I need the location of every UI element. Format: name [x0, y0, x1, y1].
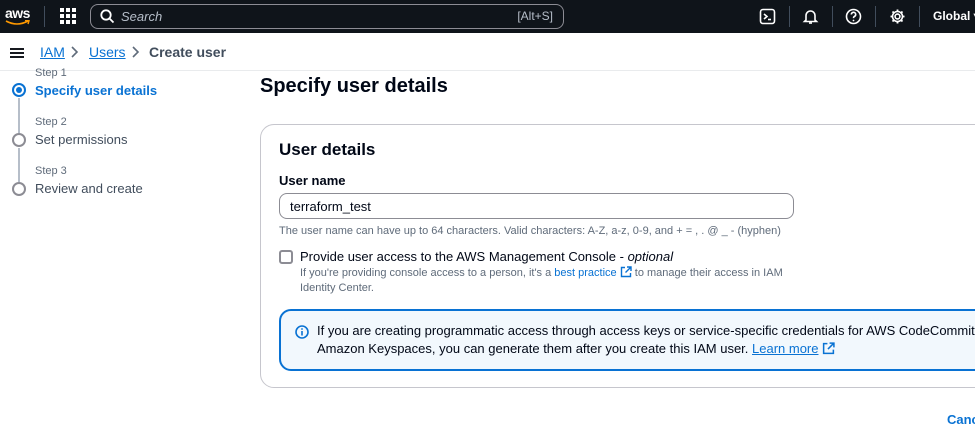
breadcrumb-bar: IAM Users Create user — [0, 33, 975, 71]
step-connector — [18, 98, 20, 133]
nav-divider — [789, 6, 790, 27]
step-3-label: Step 3 — [35, 165, 67, 177]
info-alert-text: If you are creating programmatic access … — [317, 322, 975, 358]
cloudshell-icon[interactable] — [759, 8, 776, 25]
user-details-container: User details User name The user name can… — [260, 124, 975, 388]
step-1-indicator-icon — [12, 83, 26, 97]
aws-logo[interactable]: aws — [4, 5, 34, 27]
page-title: Specify user details — [260, 75, 448, 97]
external-link-icon — [822, 342, 835, 355]
step-2-label: Step 2 — [35, 116, 67, 128]
step-1-title[interactable]: Specify user details — [35, 83, 157, 98]
menu-toggle-button[interactable] — [5, 42, 29, 64]
top-navigation: aws [Alt+S] Global ▾ — [0, 0, 975, 33]
nav-divider — [44, 6, 45, 27]
region-selector[interactable]: Global ▾ — [933, 9, 975, 23]
section-title: User details — [279, 140, 376, 159]
step-2-title: Set permissions — [35, 132, 128, 147]
step-3-title: Review and create — [35, 181, 143, 196]
step-1-label: Step 1 — [35, 67, 67, 79]
aws-logo-text: aws — [5, 5, 30, 21]
user-name-label: User name — [279, 173, 346, 188]
chevron-right-icon — [71, 46, 79, 58]
services-grid-icon[interactable] — [60, 8, 76, 24]
hamburger-icon — [10, 48, 24, 50]
external-link-icon — [620, 266, 632, 278]
info-alert: If you are creating programmatic access … — [279, 309, 975, 371]
info-icon — [295, 325, 309, 339]
breadcrumb-users[interactable]: Users — [89, 44, 126, 60]
search-input[interactable] — [121, 6, 501, 27]
chevron-right-icon — [132, 46, 140, 58]
console-access-label-text: Provide user access to the AWS Managemen… — [300, 249, 628, 264]
console-access-label[interactable]: Provide user access to the AWS Managemen… — [300, 249, 673, 264]
step-3-indicator-icon — [12, 182, 26, 196]
step-connector — [18, 148, 20, 182]
notifications-bell-icon[interactable] — [802, 8, 819, 25]
settings-gear-icon[interactable] — [889, 8, 906, 25]
user-name-input[interactable] — [279, 193, 794, 219]
search-shortcut: [Alt+S] — [517, 9, 553, 23]
nav-divider — [832, 6, 833, 27]
search-bar[interactable]: [Alt+S] — [90, 4, 564, 29]
console-access-description: If you're providing console access to a … — [300, 266, 800, 296]
region-label: Global — [933, 9, 971, 23]
info-alert-message: If you are creating programmatic access … — [317, 323, 975, 356]
nav-divider — [919, 6, 920, 27]
best-practice-link[interactable]: best practice — [554, 267, 616, 279]
nav-divider — [875, 6, 876, 27]
step-2-indicator-icon — [12, 133, 26, 147]
breadcrumb-current: Create user — [149, 44, 227, 60]
user-name-hint: The user name can have up to 64 characte… — [279, 225, 781, 237]
search-icon — [100, 9, 115, 24]
console-access-checkbox[interactable] — [279, 250, 293, 264]
optional-label: optional — [627, 249, 674, 264]
console-desc-text: If you're providing console access to a … — [300, 267, 555, 279]
help-icon[interactable] — [845, 8, 862, 25]
learn-more-link[interactable]: Learn more — [752, 341, 818, 356]
breadcrumb-iam[interactable]: IAM — [40, 44, 65, 60]
